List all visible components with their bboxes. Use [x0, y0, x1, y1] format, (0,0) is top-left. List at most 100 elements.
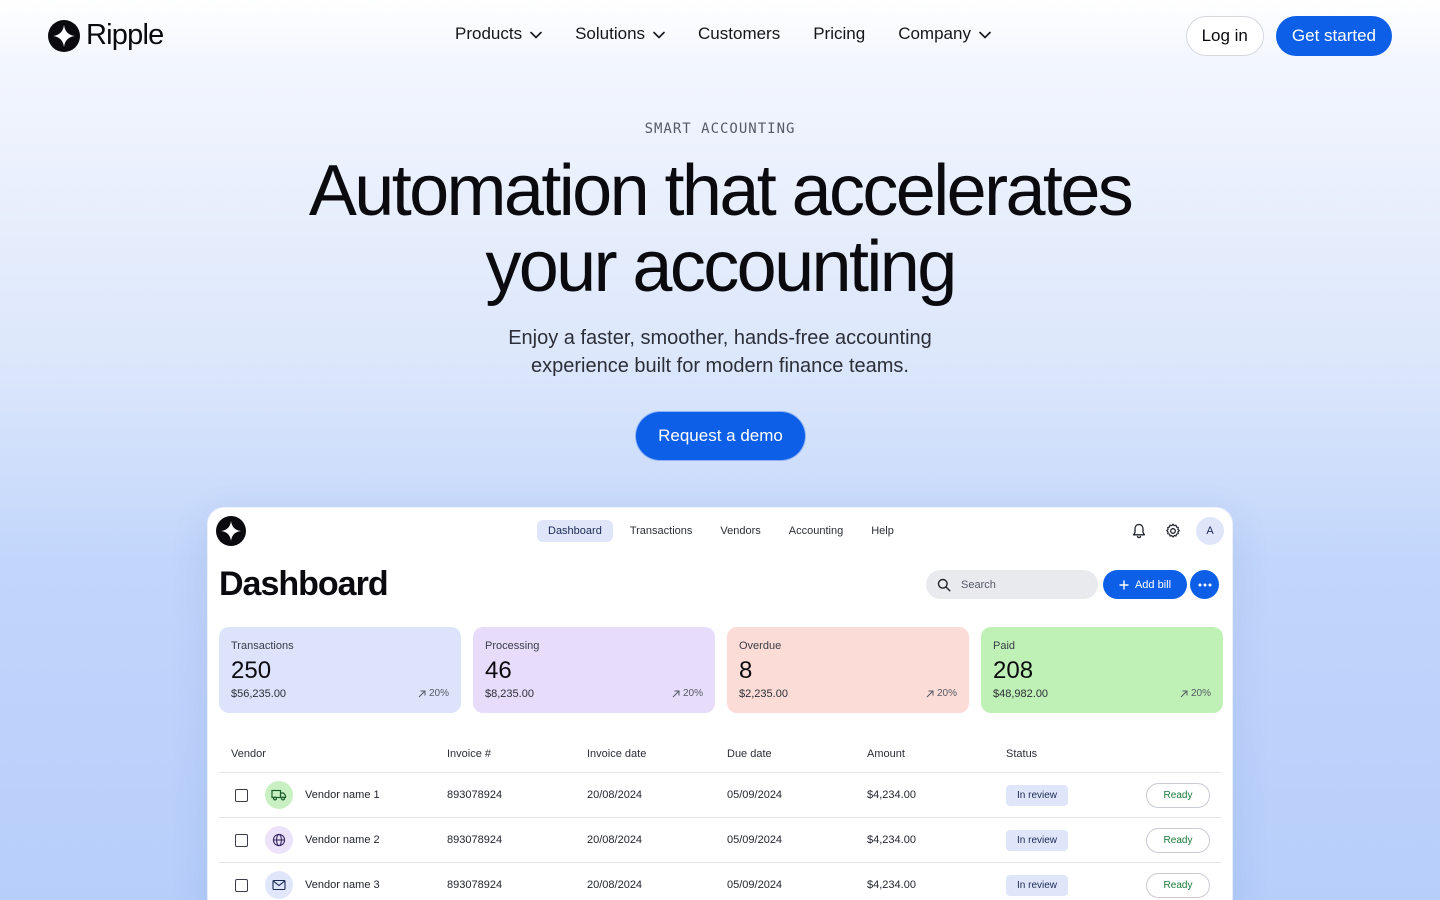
arrow-up-right-icon: [672, 690, 680, 697]
tab-dashboard[interactable]: Dashboard: [537, 520, 613, 542]
vendor-name: Vendor name 3: [305, 879, 380, 891]
nav-company[interactable]: Company: [898, 24, 991, 44]
ready-button[interactable]: Ready: [1146, 872, 1210, 898]
stat-delta-value: 20%: [428, 688, 449, 699]
stat-delta: 20%: [1180, 688, 1211, 699]
column-header-amount[interactable]: Amount: [867, 748, 1006, 760]
invoice-date: 20/08/2024: [587, 879, 643, 891]
hero-subtext-line-1: Enjoy a faster, smoother, hands-free acc…: [508, 327, 932, 349]
status-cell: In review: [1006, 829, 1146, 851]
auth-actions: Log in Get started: [1185, 16, 1392, 56]
hero-headline: Automation that accelerates your account…: [0, 153, 1440, 305]
nav-solutions[interactable]: Solutions: [575, 24, 665, 44]
brand-logo[interactable]: Ripple: [48, 19, 164, 52]
app-tabs: Dashboard Transactions Vendors Accountin…: [537, 520, 911, 542]
amount: $4,234.00: [867, 834, 916, 846]
stat-delta-value: 20%: [936, 688, 957, 699]
stat-delta: 20%: [418, 688, 449, 699]
truck-icon: [265, 781, 293, 809]
row-checkbox[interactable]: [235, 788, 248, 802]
ready-button[interactable]: Ready: [1146, 782, 1210, 808]
action-cell: Ready: [1146, 782, 1221, 808]
login-button[interactable]: Log in: [1185, 16, 1264, 56]
stat-value: 8: [739, 657, 753, 684]
table-row[interactable]: Vendor name 1 893078924 20/08/2024 05/09…: [219, 773, 1221, 818]
stat-value: 46: [485, 657, 512, 684]
stat-card-overdue[interactable]: Overdue 8 $2,235.00 20%: [727, 627, 969, 713]
vendor-cell: Vendor name 3: [219, 871, 447, 899]
column-header-invoice-date[interactable]: Invoice date: [587, 748, 727, 760]
chevron-down-icon: [653, 31, 665, 39]
ripple-logo-icon: [48, 19, 80, 52]
stat-delta: 20%: [672, 688, 703, 699]
column-header-due-date[interactable]: Due date: [727, 748, 867, 760]
column-header-vendor[interactable]: Vendor: [219, 748, 447, 760]
stat-card-paid[interactable]: Paid 208 $48,982.00 20%: [981, 627, 1223, 713]
stat-delta-value: 20%: [682, 688, 703, 699]
ready-button[interactable]: Ready: [1146, 827, 1210, 853]
request-demo-button[interactable]: Request a demo: [636, 412, 805, 460]
invoice-date: 20/08/2024: [587, 789, 643, 801]
more-options-button[interactable]: [1190, 570, 1219, 599]
table-row[interactable]: Vendor name 3 893078924 20/08/2024 05/09…: [219, 863, 1221, 900]
stat-amount: $2,235.00: [739, 688, 788, 700]
app-logo-icon[interactable]: [216, 516, 246, 546]
gear-icon[interactable]: [1162, 520, 1184, 542]
column-header-status[interactable]: Status: [1006, 748, 1146, 760]
hero-headline-line-1: Automation that accelerates: [308, 151, 1134, 231]
tab-help[interactable]: Help: [860, 520, 905, 542]
nav-company-label: Company: [898, 24, 971, 43]
globe-icon: [265, 826, 293, 854]
top-nav: Ripple Products Solutions Customers Pric…: [0, 0, 1440, 72]
stat-card-processing[interactable]: Processing 46 $8,235.00 20%: [473, 627, 715, 713]
hero-eyebrow: SMART ACCOUNTING: [644, 121, 796, 137]
invoice-number: 893078924: [447, 834, 503, 846]
nav-pricing-label: Pricing: [813, 24, 866, 43]
stat-value: 208: [993, 657, 1034, 684]
nav-customers[interactable]: Customers: [698, 24, 780, 44]
tab-transactions[interactable]: Transactions: [619, 520, 704, 542]
chevron-down-icon: [530, 31, 542, 39]
plus-icon: [1119, 579, 1129, 590]
invoices-table: Vendor Invoice # Invoice date Due date A…: [219, 736, 1221, 900]
due-date: 05/09/2024: [727, 879, 783, 891]
due-date: 05/09/2024: [727, 834, 783, 846]
stat-cards: Transactions 250 $56,235.00 20% Processi…: [219, 627, 1223, 713]
search-placeholder: Search: [961, 578, 996, 591]
avatar[interactable]: A: [1196, 517, 1224, 545]
main-menu: Products Solutions Customers Pricing Com…: [455, 24, 1024, 44]
hero-subtext: Enjoy a faster, smoother, hands-free acc…: [470, 324, 970, 380]
tab-accounting[interactable]: Accounting: [778, 520, 854, 542]
stat-card-transactions[interactable]: Transactions 250 $56,235.00 20%: [219, 627, 461, 713]
search-input[interactable]: Search: [926, 570, 1098, 599]
status-badge: In review: [1006, 874, 1069, 896]
dashboard-title: Dashboard: [219, 565, 389, 603]
tab-vendors[interactable]: Vendors: [709, 520, 771, 542]
nav-products-label: Products: [455, 24, 523, 43]
stat-label: Transactions: [231, 640, 294, 652]
vendor-name: Vendor name 2: [305, 834, 380, 846]
bell-icon[interactable]: [1128, 520, 1150, 542]
add-bill-label: Add bill: [1134, 578, 1172, 591]
row-checkbox[interactable]: [235, 833, 248, 847]
invoice-number: 893078924: [447, 789, 503, 801]
nav-solutions-label: Solutions: [575, 24, 646, 43]
status-cell: In review: [1006, 784, 1146, 806]
stat-label: Overdue: [739, 640, 782, 652]
stat-delta-value: 20%: [1190, 688, 1211, 699]
stat-label: Paid: [993, 640, 1016, 652]
vendor-name: Vendor name 1: [305, 789, 380, 801]
chevron-down-icon: [979, 31, 991, 39]
brand-name: Ripple: [86, 19, 164, 51]
column-header-invoice[interactable]: Invoice #: [447, 748, 587, 760]
add-bill-button[interactable]: Add bill: [1103, 570, 1187, 599]
invoice-number: 893078924: [447, 879, 503, 891]
table-row[interactable]: Vendor name 2 893078924 20/08/2024 05/09…: [219, 818, 1221, 863]
due-date: 05/09/2024: [727, 789, 783, 801]
mail-icon: [265, 871, 293, 899]
nav-products[interactable]: Products: [455, 24, 542, 44]
get-started-button[interactable]: Get started: [1275, 16, 1392, 56]
stat-label: Processing: [485, 640, 540, 652]
row-checkbox[interactable]: [235, 878, 248, 892]
nav-pricing[interactable]: Pricing: [813, 24, 865, 44]
